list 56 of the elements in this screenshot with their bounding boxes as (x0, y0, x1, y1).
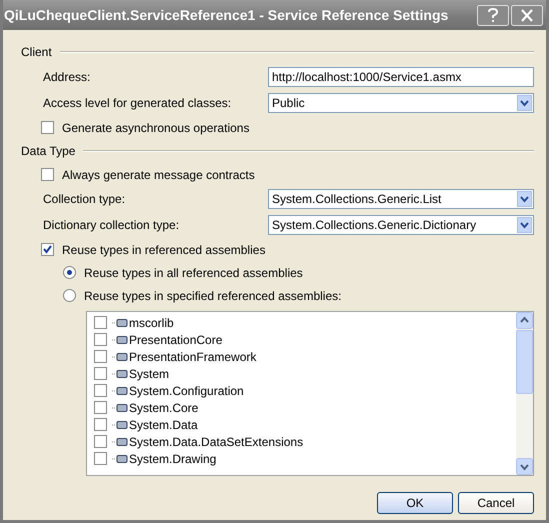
checkbox[interactable] (94, 435, 107, 448)
ok-button[interactable]: OK (377, 492, 453, 514)
checkbox[interactable] (94, 452, 107, 465)
close-icon[interactable] (511, 4, 543, 26)
assembly-name[interactable]: System.Configuration (129, 384, 244, 398)
checkbox[interactable] (94, 367, 107, 380)
assembly-name[interactable]: PresentationCore (129, 332, 222, 346)
assembly-icon (112, 420, 128, 430)
assembly-name[interactable]: System.Data (129, 418, 198, 432)
assembly-icon (112, 352, 128, 362)
window-title: QiLuChequeClient.ServiceReference1 - Service Reference Settings (4, 7, 448, 23)
checkbox[interactable] (41, 243, 54, 256)
scrollbar-thumb[interactable] (516, 330, 533, 394)
assembly-icon (112, 402, 128, 412)
dropdown[interactable]: System.Collections.Generic.Dictionary (268, 215, 534, 235)
checkbox[interactable] (94, 401, 107, 414)
field-label: Collection type: (43, 192, 126, 206)
assembly-name[interactable]: System.Core (129, 400, 198, 414)
dropdown[interactable]: System.Collections.Generic.List (268, 189, 534, 209)
checkbox-label: Generate asynchronous operations (62, 120, 250, 134)
checkbox-label: Reuse types in referenced assemblies (62, 242, 266, 256)
radio-label: Reuse types in specified referenced assemblies: (84, 288, 342, 302)
checkbox[interactable] (94, 316, 107, 329)
checkbox[interactable] (94, 418, 107, 431)
checkbox[interactable] (94, 333, 107, 346)
radio-button[interactable] (63, 266, 76, 279)
assembly-icon (112, 454, 128, 464)
scroll-up-icon[interactable] (516, 312, 533, 329)
section-heading: Data Type (21, 144, 76, 158)
assembly-icon (112, 368, 128, 378)
assembly-name[interactable]: mscorlib (129, 316, 174, 330)
scrollbar[interactable] (516, 312, 533, 475)
checkbox[interactable] (94, 350, 107, 363)
section-heading: Client (21, 45, 52, 59)
assembly-name[interactable]: PresentationFramework (129, 350, 256, 364)
scroll-down-icon[interactable] (516, 458, 533, 475)
assembly-name[interactable]: System (129, 366, 170, 380)
radio-button[interactable] (63, 289, 76, 302)
assembly-icon (112, 334, 128, 344)
assembly-icon (112, 318, 128, 328)
field-label: Access level for generated classes: (43, 96, 232, 110)
field-label: Dictionary collection type: (43, 218, 180, 232)
checkbox[interactable] (41, 168, 54, 181)
address-field[interactable]: http://localhost:1000/Service1.asmx (268, 67, 534, 87)
radio-label: Reuse types in all referenced assemblies (84, 266, 303, 280)
field-label: Address: (43, 70, 90, 84)
assembly-name[interactable]: System.Data.DataSetExtensions (129, 434, 304, 448)
dropdown[interactable]: Public (268, 93, 534, 113)
assembly-icon (112, 386, 128, 396)
cancel-button[interactable]: Cancel (458, 492, 534, 514)
checkbox-label: Always generate message contracts (62, 168, 255, 182)
checkbox[interactable] (41, 121, 54, 134)
help-icon[interactable] (477, 4, 509, 26)
checkbox[interactable] (94, 384, 107, 397)
assembly-icon (112, 436, 128, 446)
assembly-name[interactable]: System.Drawing (129, 452, 216, 466)
